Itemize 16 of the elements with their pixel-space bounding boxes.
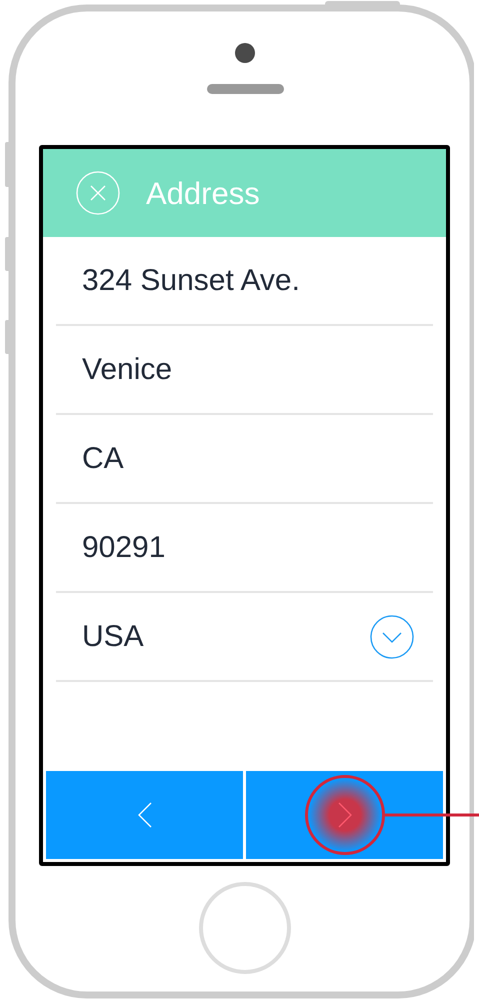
next-icon <box>338 802 352 828</box>
back-icon <box>138 802 152 828</box>
input-field[interactable]: 324 Sunset Ave. <box>82 236 414 324</box>
dropdown-icon <box>370 614 414 658</box>
back-button[interactable] <box>46 771 243 859</box>
select-value: USA <box>82 619 144 655</box>
country-select[interactable]: USA <box>56 593 433 682</box>
input-field[interactable]: Venice <box>82 326 414 414</box>
screen-title: Address <box>146 178 260 208</box>
camera-lens <box>235 43 255 63</box>
input-field[interactable]: 90291 <box>82 504 414 592</box>
close-button[interactable] <box>76 171 120 215</box>
next-button[interactable] <box>246 771 443 859</box>
home-button[interactable] <box>199 882 291 974</box>
close-icon <box>76 171 120 215</box>
input-field[interactable]: CA <box>82 414 414 502</box>
